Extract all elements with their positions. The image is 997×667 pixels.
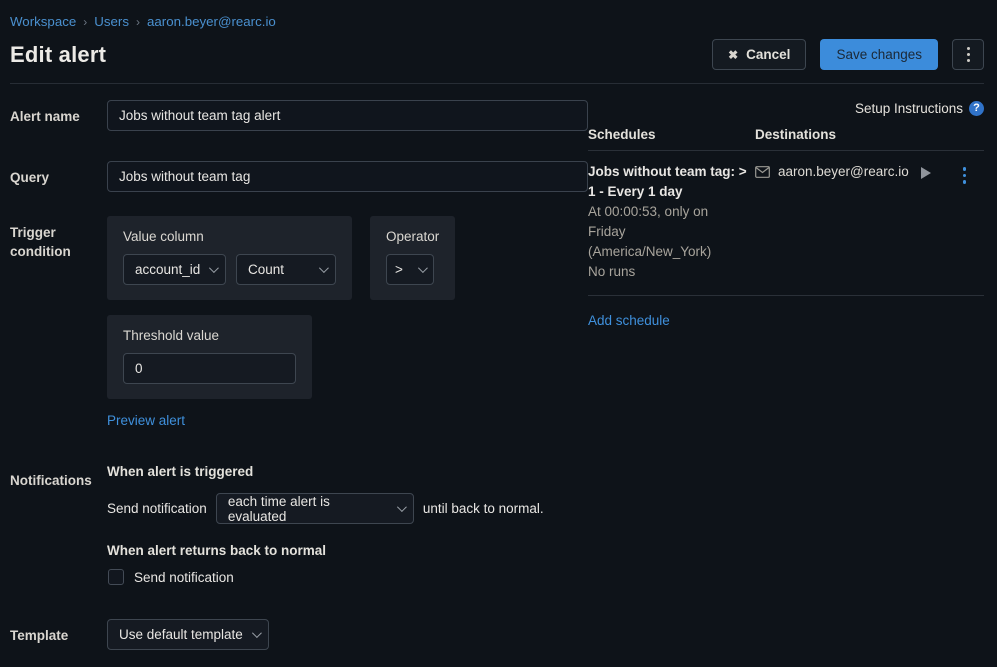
alert-name-row: Alert name bbox=[10, 100, 588, 131]
operator-card: Operator > bbox=[370, 216, 455, 300]
breadcrumb-workspace[interactable]: Workspace bbox=[10, 14, 76, 29]
schedule-row: Jobs without team tag: > 1 - Every 1 day… bbox=[588, 151, 984, 296]
back-to-normal-heading: When alert returns back to normal bbox=[107, 543, 588, 558]
chevron-down-icon bbox=[252, 628, 262, 638]
threshold-label: Threshold value bbox=[123, 328, 296, 343]
operator-selected: > bbox=[395, 262, 403, 277]
operator-select[interactable]: > bbox=[386, 254, 434, 285]
cancel-button[interactable]: ✖ Cancel bbox=[712, 39, 806, 70]
schedules-panel: Setup Instructions ? Schedules Destinati… bbox=[588, 100, 984, 650]
alert-name-input[interactable] bbox=[107, 100, 588, 131]
destination-email: aaron.beyer@rearc.io bbox=[778, 164, 921, 179]
when-triggered-heading: When alert is triggered bbox=[107, 464, 588, 479]
aggregation-select[interactable]: Count bbox=[236, 254, 336, 285]
send-notification-checkbox-label: Send notification bbox=[134, 570, 234, 585]
alert-form: Alert name Query Trigger condition Value… bbox=[10, 100, 588, 650]
value-column-card: Value column account_id Count bbox=[107, 216, 352, 300]
help-icon[interactable]: ? bbox=[969, 101, 984, 116]
schedules-column-header: Schedules bbox=[588, 127, 755, 142]
value-column-selected: account_id bbox=[135, 262, 200, 277]
schedule-title: Jobs without team tag: > 1 - Every 1 day bbox=[588, 162, 747, 202]
value-column-label: Value column bbox=[123, 229, 336, 244]
chevron-right-icon: › bbox=[83, 15, 87, 29]
threshold-card: Threshold value bbox=[107, 315, 312, 399]
save-changes-button[interactable]: Save changes bbox=[820, 39, 938, 70]
breadcrumb-user-email[interactable]: aaron.beyer@rearc.io bbox=[147, 14, 276, 29]
cancel-button-label: Cancel bbox=[746, 47, 790, 62]
operator-label: Operator bbox=[386, 229, 439, 244]
schedules-table: Schedules Destinations Jobs without team… bbox=[588, 127, 984, 296]
chevron-down-icon bbox=[418, 263, 428, 273]
send-notification-suffix: until back to normal. bbox=[423, 501, 544, 516]
trigger-condition-label: Trigger condition bbox=[10, 216, 107, 428]
destination-menu-icon[interactable] bbox=[961, 165, 969, 186]
schedule-timezone: (America/New_York) bbox=[588, 242, 747, 262]
page-title: Edit alert bbox=[10, 42, 106, 68]
kebab-icon bbox=[967, 47, 970, 50]
edit-alert-page: Workspace › Users › aaron.beyer@rearc.io… bbox=[0, 0, 997, 667]
alert-name-label: Alert name bbox=[10, 100, 107, 131]
preview-alert-link[interactable]: Preview alert bbox=[107, 413, 185, 428]
schedule-timing: At 00:00:53, only on Friday bbox=[588, 202, 747, 242]
query-label: Query bbox=[10, 161, 107, 192]
breadcrumb-users[interactable]: Users bbox=[94, 14, 129, 29]
template-row: Template Use default template bbox=[10, 619, 588, 650]
email-icon bbox=[755, 166, 770, 178]
threshold-input[interactable] bbox=[123, 353, 296, 384]
setup-instructions-link[interactable]: Setup Instructions bbox=[855, 101, 963, 116]
test-destination-play-icon[interactable] bbox=[921, 167, 931, 179]
send-notification-prefix: Send notification bbox=[107, 501, 207, 516]
add-schedule-link[interactable]: Add schedule bbox=[588, 313, 670, 328]
trigger-condition-row: Trigger condition Value column account_i… bbox=[10, 216, 588, 428]
title-row: Edit alert ✖ Cancel Save changes bbox=[10, 39, 984, 70]
notification-frequency-selected: each time alert is evaluated bbox=[228, 494, 389, 524]
template-label: Template bbox=[10, 619, 107, 650]
header-actions: ✖ Cancel Save changes bbox=[712, 39, 984, 70]
destinations-column-header: Destinations bbox=[755, 127, 984, 142]
template-select[interactable]: Use default template bbox=[107, 619, 269, 650]
template-selected: Use default template bbox=[119, 627, 243, 642]
query-input[interactable] bbox=[107, 161, 588, 192]
chevron-down-icon bbox=[397, 502, 407, 512]
notifications-row: Notifications When alert is triggered Se… bbox=[10, 464, 588, 585]
page-header: Workspace › Users › aaron.beyer@rearc.io… bbox=[0, 0, 997, 84]
more-options-button[interactable] bbox=[952, 39, 984, 70]
main-content: Alert name Query Trigger condition Value… bbox=[0, 84, 997, 650]
close-icon: ✖ bbox=[728, 48, 738, 62]
aggregation-selected: Count bbox=[248, 262, 284, 277]
chevron-right-icon: › bbox=[136, 15, 140, 29]
chevron-down-icon bbox=[319, 263, 329, 273]
schedule-runs: No runs bbox=[588, 262, 747, 282]
query-row: Query bbox=[10, 161, 588, 192]
breadcrumb: Workspace › Users › aaron.beyer@rearc.io bbox=[10, 14, 984, 29]
chevron-down-icon bbox=[209, 263, 219, 273]
notifications-label: Notifications bbox=[10, 464, 107, 585]
notification-frequency-select[interactable]: each time alert is evaluated bbox=[216, 493, 414, 524]
send-notification-checkbox[interactable] bbox=[108, 569, 124, 585]
value-column-select[interactable]: account_id bbox=[123, 254, 226, 285]
